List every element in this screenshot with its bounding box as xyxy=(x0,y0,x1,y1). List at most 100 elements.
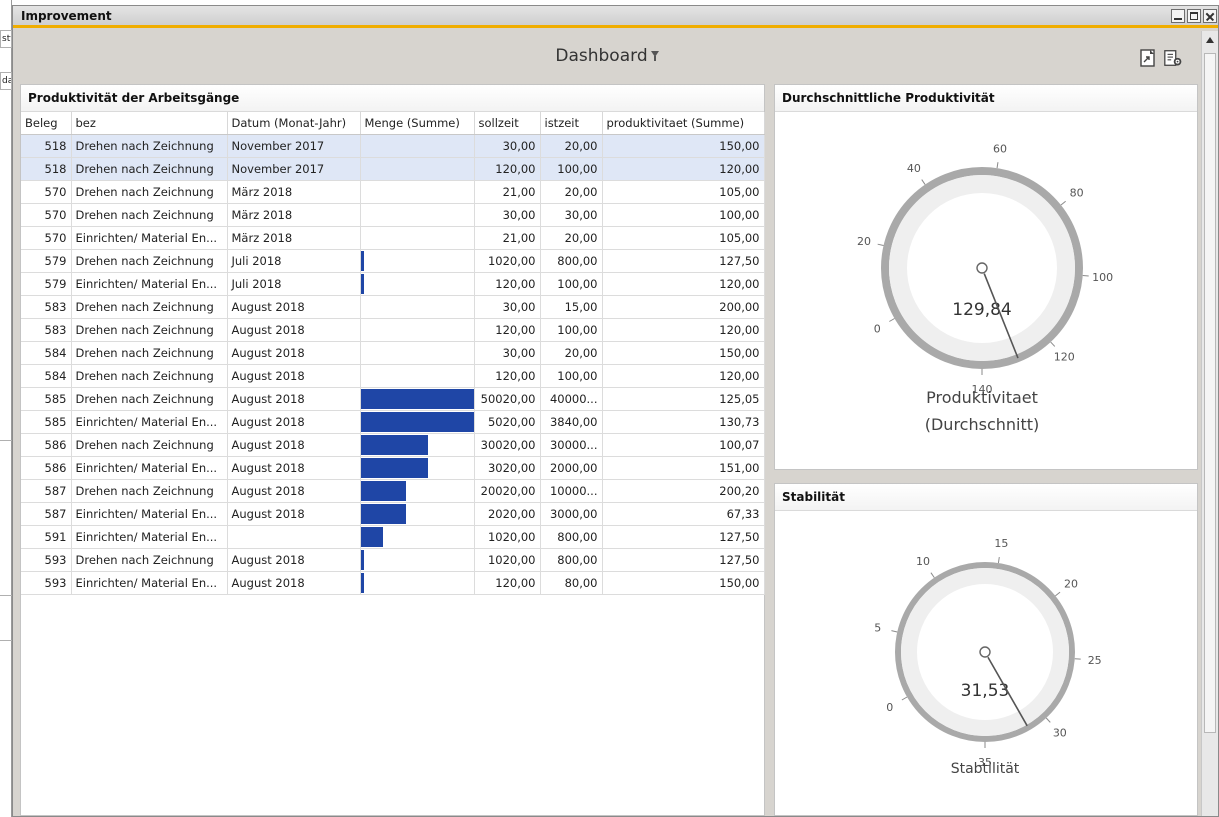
table-body: 518 Drehen nach Zeichnung November 2017 30,… xyxy=(21,134,765,595)
filter-icon[interactable] xyxy=(650,51,659,61)
cell-beleg: 593 xyxy=(21,571,72,595)
panel-title: Produktivität der Arbeitsgänge xyxy=(21,85,764,112)
cell-produktivitaet: 127,50 xyxy=(602,525,765,549)
scrollbar-thumb[interactable] xyxy=(1204,53,1216,733)
cell-beleg: 585 xyxy=(21,387,72,411)
menge-bar xyxy=(360,549,364,570)
table-row[interactable]: 570 Drehen nach Zeichnung März 2018 30,00 30… xyxy=(21,203,765,227)
scroll-up-icon[interactable] xyxy=(1206,37,1214,43)
gauge-tick-label: 10 xyxy=(916,555,930,568)
maximize-button[interactable] xyxy=(1187,9,1201,23)
gauge-tick-label: 25 xyxy=(1088,654,1102,667)
cell-beleg: 583 xyxy=(21,318,72,342)
column-header-menge[interactable]: Menge (Summe) xyxy=(360,112,475,135)
cell-bez: Einrichten/ Material En... xyxy=(71,410,228,434)
cell-produktivitaet: 105,00 xyxy=(602,180,765,204)
table-row[interactable]: 587 Einrichten/ Material En... August 2018… xyxy=(21,502,765,526)
cell-menge xyxy=(360,502,475,526)
table-row[interactable]: 586 Einrichten/ Material En... August 2018… xyxy=(21,456,765,480)
cell-sollzeit: 21,00 xyxy=(474,226,541,250)
cell-sollzeit: 120,00 xyxy=(474,571,541,595)
table-row[interactable]: 586 Drehen nach Zeichnung August 2018 30020… xyxy=(21,433,765,457)
column-header-bez[interactable]: bez xyxy=(71,112,228,135)
table-row[interactable]: 583 Drehen nach Zeichnung August 2018 30,00… xyxy=(21,295,765,319)
column-header-sollzeit[interactable]: sollzeit xyxy=(474,112,541,135)
table-row[interactable]: 583 Drehen nach Zeichnung August 2018 120,0… xyxy=(21,318,765,342)
column-header-datum[interactable]: Datum (Monat-Jahr) xyxy=(227,112,361,135)
cell-datum xyxy=(227,525,361,549)
cell-datum: November 2017 xyxy=(227,134,361,158)
table-row[interactable]: 593 Drehen nach Zeichnung August 2018 1020,… xyxy=(21,548,765,572)
table-row[interactable]: 579 Einrichten/ Material En... Juli 2018 12… xyxy=(21,272,765,296)
cell-sollzeit: 21,00 xyxy=(474,180,541,204)
gauge-tick-label: 60 xyxy=(993,142,1007,155)
minimize-button[interactable] xyxy=(1171,9,1185,23)
cell-menge xyxy=(360,318,475,342)
table-row[interactable]: 587 Drehen nach Zeichnung August 2018 20020… xyxy=(21,479,765,503)
menge-bar xyxy=(360,273,364,294)
table-row[interactable]: 584 Drehen nach Zeichnung August 2018 30,00… xyxy=(21,341,765,365)
cell-bez: Einrichten/ Material En... xyxy=(71,525,228,549)
cell-bez: Drehen nach Zeichnung xyxy=(71,295,228,319)
cell-datum: August 2018 xyxy=(227,502,361,526)
window-titlebar[interactable]: Improvement xyxy=(13,6,1218,28)
cell-datum: August 2018 xyxy=(227,548,361,572)
gauge-tick-label: 40 xyxy=(907,162,921,175)
gauge-tick xyxy=(921,179,926,185)
export-icon[interactable] xyxy=(1138,48,1158,68)
cell-datum: März 2018 xyxy=(227,226,361,250)
cell-bez: Einrichten/ Material En... xyxy=(71,571,228,595)
menge-bar xyxy=(360,457,429,478)
cell-istzeit: 15,00 xyxy=(540,295,603,319)
cell-menge xyxy=(360,387,475,411)
gauge-tick-label: 100 xyxy=(1092,271,1113,284)
menge-bar xyxy=(360,388,473,409)
cell-sollzeit: 1020,00 xyxy=(474,249,541,273)
table-row[interactable]: 585 Drehen nach Zeichnung August 2018 50020… xyxy=(21,387,765,411)
cell-produktivitaet: 150,00 xyxy=(602,134,765,158)
cell-beleg: 591 xyxy=(21,525,72,549)
cell-beleg: 579 xyxy=(21,249,72,273)
cell-bez: Drehen nach Zeichnung xyxy=(71,433,228,457)
gauge-tick-label: 5 xyxy=(874,622,881,635)
cell-bez: Drehen nach Zeichnung xyxy=(71,157,228,181)
table-row[interactable]: 570 Drehen nach Zeichnung März 2018 21,00 20… xyxy=(21,180,765,204)
improvement-window: Improvement Dashboard Produktivität der … xyxy=(12,5,1219,817)
gauge-tick-label: 30 xyxy=(1053,727,1067,740)
cell-istzeit: 100,00 xyxy=(540,272,603,296)
cell-istzeit: 20,00 xyxy=(540,226,603,250)
settings-icon[interactable] xyxy=(1163,48,1183,68)
table-row[interactable]: 570 Einrichten/ Material En... März 2018 21… xyxy=(21,226,765,250)
column-header-beleg[interactable]: Beleg xyxy=(21,112,72,135)
table-row[interactable]: 593 Einrichten/ Material En... August 2018… xyxy=(21,571,765,595)
cell-sollzeit: 1020,00 xyxy=(474,525,541,549)
table-row[interactable]: 591 Einrichten/ Material En... 1020,00 800,… xyxy=(21,525,765,549)
cell-datum: August 2018 xyxy=(227,364,361,388)
cell-bez: Drehen nach Zeichnung xyxy=(71,341,228,365)
table-row[interactable]: 584 Drehen nach Zeichnung August 2018 120,0… xyxy=(21,364,765,388)
table-row[interactable]: 518 Drehen nach Zeichnung November 2017 120… xyxy=(21,157,765,181)
column-header-istzeit[interactable]: istzeit xyxy=(540,112,603,135)
cell-produktivitaet: 200,00 xyxy=(602,295,765,319)
cell-produktivitaet: 127,50 xyxy=(602,548,765,572)
cell-produktivitaet: 120,00 xyxy=(602,157,765,181)
gauge-tick xyxy=(997,556,1000,564)
column-header-produktivitaet[interactable]: produktivitaet (Summe) xyxy=(602,112,765,135)
gauge-tick-label: 15 xyxy=(994,537,1008,550)
cell-beleg: 570 xyxy=(21,203,72,227)
table-row[interactable]: 579 Drehen nach Zeichnung Juli 2018 1020,00… xyxy=(21,249,765,273)
cell-beleg: 583 xyxy=(21,295,72,319)
gauge-label: Stabtilität xyxy=(951,761,1020,777)
cell-produktivitaet: 150,00 xyxy=(602,571,765,595)
table-row[interactable]: 585 Einrichten/ Material En... August 2018… xyxy=(21,410,765,434)
cell-sollzeit: 5020,00 xyxy=(474,410,541,434)
vertical-scrollbar[interactable] xyxy=(1201,31,1218,816)
table-row[interactable]: 518 Drehen nach Zeichnung November 2017 30,… xyxy=(21,134,765,158)
cell-menge xyxy=(360,226,475,250)
menge-bar xyxy=(360,411,473,432)
cell-bez: Drehen nach Zeichnung xyxy=(71,180,228,204)
panel-title: Durchschnittliche Produktivität xyxy=(775,85,1197,112)
close-button[interactable] xyxy=(1203,9,1217,23)
cell-produktivitaet: 127,50 xyxy=(602,249,765,273)
cell-produktivitaet: 105,00 xyxy=(602,226,765,250)
